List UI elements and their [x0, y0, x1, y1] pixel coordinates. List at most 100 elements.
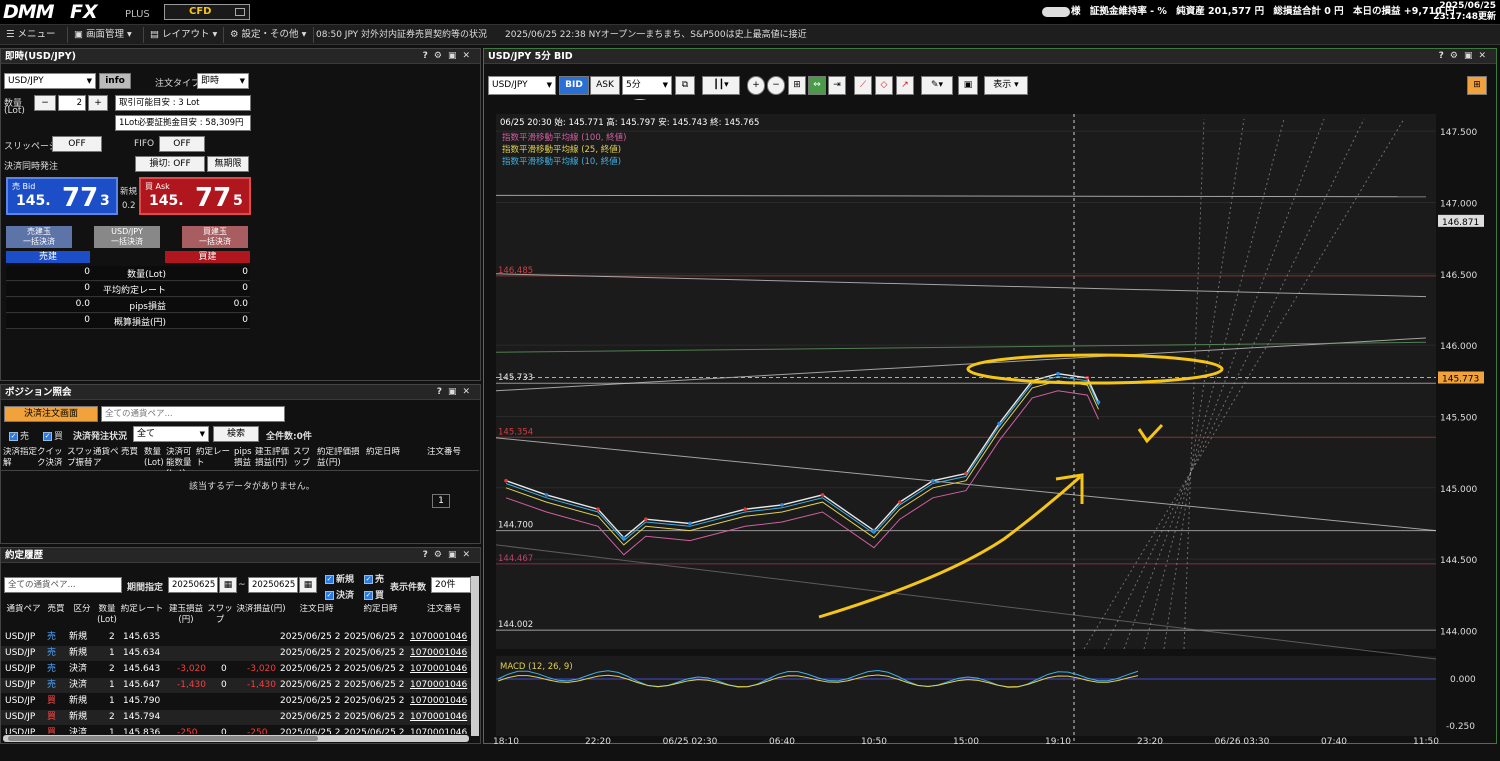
qty-plus-button[interactable]: +	[88, 95, 108, 111]
order-type-select[interactable]: 即時 ▼	[197, 73, 249, 89]
positions-buy-check[interactable]: ✓ 買	[43, 429, 63, 442]
table-row[interactable]: USD/JP 売決済 1 145.647 -1,430 0 -1,430 2025/06/25…	[1, 678, 471, 693]
sell-check[interactable]: ✓ 売	[364, 572, 384, 585]
qty-minus-button[interactable]: −	[34, 95, 56, 111]
positions-col-header[interactable]: 約定日時	[366, 447, 427, 471]
history-col-header[interactable]: 区分	[69, 604, 95, 628]
positions-col-header[interactable]: クイック決済	[37, 447, 67, 471]
history-cell-no[interactable]: 1070001046	[410, 662, 467, 677]
screenshot-icon[interactable]: ▣	[958, 76, 978, 95]
history-col-header[interactable]: 約定日時	[344, 604, 417, 628]
settle-check[interactable]: ✓ 決済	[325, 588, 354, 601]
table-row[interactable]: USD/JP 売 新規 2 145.635 2025/06/25 2 2025/06/25 …	[1, 630, 471, 645]
history-cell-no[interactable]: 1070001046	[410, 646, 467, 661]
layout-button[interactable]: ▤ レイアウト ▾	[146, 27, 224, 43]
price-point[interactable]	[897, 500, 902, 504]
history-col-header[interactable]: 決済損益(円)	[233, 604, 289, 628]
scroll-end-icon[interactable]: ⇥	[828, 76, 846, 95]
search-button[interactable]: 検索	[213, 426, 259, 442]
buy-ask-button[interactable]: 買 Ask 145. 77 5	[139, 177, 251, 215]
price-point[interactable]	[743, 507, 747, 511]
history-pair-filter[interactable]: 全ての通貨ペア...	[4, 577, 122, 593]
ask-toggle[interactable]: ASK	[590, 76, 620, 95]
grid-settings-icon[interactable]: ⊞	[1467, 76, 1487, 95]
sell-close-all-button[interactable]: 売建玉 一括決済	[6, 226, 72, 248]
table-row[interactable]: USD/JP 売決済 2 145.643 -3,020 0 -3,020 2025/06/25…	[1, 662, 471, 677]
slippage-toggle[interactable]: OFF	[52, 136, 102, 152]
positions-col-header[interactable]: スワップ	[293, 447, 317, 471]
draw-trend-icon[interactable]: ↗	[896, 76, 914, 95]
positions-col-header[interactable]: 決済指定解	[3, 447, 37, 471]
count-select[interactable]: 20件	[431, 577, 471, 593]
history-col-header[interactable]: 注文番号	[417, 604, 471, 628]
pen-icon[interactable]: ✎▾	[921, 76, 953, 95]
history-col-header[interactable]: 建玉損益(円)	[165, 604, 207, 628]
fit-icon[interactable]: ⊞	[788, 76, 806, 95]
draw-line-icon[interactable]: ⟋	[854, 76, 872, 95]
price-point[interactable]	[780, 503, 784, 507]
positions-col-header[interactable]: 決済可能数量(Lot)	[166, 447, 196, 471]
status-select[interactable]: 全て ▼	[133, 426, 209, 442]
chart-type-icon[interactable]: ┃┃▾	[702, 76, 740, 95]
zoom-out-icon[interactable]: −	[767, 76, 785, 95]
scrollbar-thumb[interactable]	[8, 736, 318, 741]
history-col-header[interactable]: 数量(Lot)	[95, 604, 119, 628]
price-point[interactable]	[644, 517, 648, 521]
table-row[interactable]: USD/JP 買 新規 2 145.794 2025/06/25 2 2025/06/25 …	[1, 710, 471, 725]
draw-shape-icon[interactable]: ◇	[875, 76, 893, 95]
positions-col-header[interactable]: スワップ振替	[67, 447, 93, 471]
history-col-header[interactable]: スワップ	[207, 604, 233, 628]
price-point[interactable]	[688, 521, 692, 526]
panel-controls-icon[interactable]: ?⚙▣✕	[423, 49, 476, 64]
pair-close-all-button[interactable]: USD/JPY 一括決済	[94, 226, 160, 248]
history-cell-no[interactable]: 1070001046	[410, 710, 467, 725]
horizontal-scrollbar[interactable]	[3, 735, 469, 742]
positions-col-header[interactable]: 売買	[121, 447, 144, 471]
to-date[interactable]: 20250625	[248, 577, 298, 593]
table-row[interactable]: USD/JP 買 決済 1 145.836 -250 0 -250 2025/06/25 2 20…	[1, 726, 471, 734]
price-point[interactable]	[820, 493, 825, 497]
panel-controls-icon[interactable]: ?▣✕	[437, 385, 476, 400]
settle-order-button[interactable]: 決済注文画面	[4, 406, 98, 422]
positions-col-header[interactable]: 通貨ペア	[93, 447, 121, 471]
cfd-switch-button[interactable]: CFD	[164, 4, 250, 20]
display-menu-button[interactable]: 表示 ▾	[984, 76, 1028, 95]
unlimited-button[interactable]: 無期限	[207, 156, 249, 172]
panel-controls-icon[interactable]: ?⚙▣✕	[423, 548, 476, 563]
info-button[interactable]: info	[99, 73, 131, 89]
positions-col-header[interactable]: 注文番号	[427, 447, 479, 471]
history-cell-no[interactable]: 1070001046	[410, 630, 467, 645]
price-chart[interactable]: 147.500 147.000 146.500 146.000 145.500 145.0…	[484, 99, 1496, 744]
macd-pane[interactable]	[496, 656, 1436, 736]
history-cell-no[interactable]: 1070001046	[410, 678, 467, 693]
sell-bid-button[interactable]: 売 Bid 145. 77 3	[6, 177, 118, 215]
calendar-icon[interactable]: ▦	[219, 577, 237, 593]
history-col-header[interactable]: 約定レート	[119, 604, 165, 628]
zoom-in-icon[interactable]: +	[747, 76, 765, 95]
positions-sell-check[interactable]: ✓ 売	[9, 429, 29, 442]
timeframe-select[interactable]: 5分 ▼	[622, 76, 672, 95]
price-point[interactable]	[596, 507, 600, 511]
bid-toggle[interactable]: BID	[559, 76, 589, 95]
from-date[interactable]: 20250625	[168, 577, 218, 593]
chart-pair-select[interactable]: USD/JPY ▼	[488, 76, 556, 95]
price-pane[interactable]	[496, 114, 1436, 649]
price-point[interactable]	[931, 478, 935, 483]
panel-controls-icon[interactable]: ?⚙▣✕	[1439, 49, 1492, 64]
positions-pair-filter[interactable]: 全ての通貨ペア...	[101, 406, 285, 422]
table-row[interactable]: USD/JP 買 新規 1 145.790 2025/06/25 2 2025/06/25 …	[1, 694, 471, 709]
screen-manage-button[interactable]: ▣ 画面管理 ▾	[70, 27, 144, 43]
new-check[interactable]: ✓ 新規	[325, 572, 354, 585]
fifo-toggle[interactable]: OFF	[159, 136, 205, 152]
table-row[interactable]: USD/JP 売 新規 1 145.634 2025/06/25 2 2025/06/25 …	[1, 646, 471, 661]
positions-col-header[interactable]: 数量(Lot)	[144, 447, 166, 471]
copy-icon[interactable]: ⧉	[675, 76, 695, 95]
positions-col-header[interactable]: 建玉評価損益(円)	[255, 447, 293, 471]
stop-loss-toggle[interactable]: 損切: OFF	[135, 156, 205, 172]
vertical-scrollbar[interactable]	[471, 576, 479, 736]
buy-check[interactable]: ✓ 買	[364, 588, 384, 601]
page-number[interactable]: 1	[432, 494, 450, 508]
history-cell-no[interactable]: 1070001046	[410, 726, 467, 734]
price-point[interactable]	[544, 493, 549, 497]
positions-col-header[interactable]: 約定レート	[196, 447, 234, 471]
